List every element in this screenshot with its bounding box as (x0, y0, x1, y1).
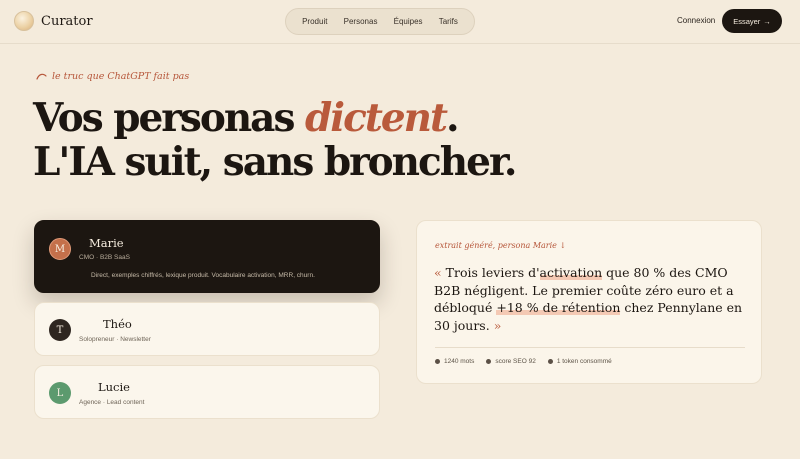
arrow-right-icon: → (763, 16, 771, 26)
generated-excerpt-panel: extrait généré, persona Marie ↓ « Trois … (416, 220, 762, 384)
avatar: M (49, 238, 71, 260)
avatar-initial: L (56, 387, 64, 399)
headline-period: . (446, 95, 460, 141)
try-button[interactable]: Essayer → (722, 9, 782, 33)
dot-icon (547, 359, 553, 364)
stat-seo-score-text: score SEO 92 (495, 358, 536, 365)
stat-seo-score: score SEO 92 (486, 358, 536, 365)
persona-name: Lucie (98, 380, 130, 394)
quote-text-a: Trois leviers d' (445, 265, 540, 280)
quote-open-mark: « (434, 265, 442, 280)
avatar: T (49, 319, 71, 341)
main-nav: Produit Personas Équipes Tarifs (285, 8, 475, 35)
excerpt-label: extrait généré, persona Marie ↓ (435, 241, 567, 250)
avatar-initial: M (54, 243, 66, 255)
nav-item-personas[interactable]: Personas (344, 17, 378, 26)
stat-tokens: 1 token consommé (547, 358, 612, 365)
stat-word-count: 1240 mots (435, 358, 474, 365)
quote-highlight-activation: activation (539, 265, 603, 280)
persona-card-marie[interactable]: M Marie CMO · B2B SaaS Direct, exemples … (34, 220, 380, 293)
hero-kicker: le truc que ChatGPT fait pas (36, 71, 189, 82)
headline-part1: Vos personas (33, 95, 295, 141)
persona-name: Théo (103, 317, 132, 331)
brand-name: Curator (41, 13, 93, 29)
hero-kicker-text: le truc que ChatGPT fait pas (52, 71, 190, 82)
excerpt-quote: « Trois leviers d'activation que 80 % de… (434, 264, 752, 334)
avatar-initial: T (56, 324, 64, 336)
persona-card-theo[interactable]: T Théo Solopreneur · Newsletter (34, 302, 380, 356)
brand-logo[interactable]: Curator (14, 11, 93, 31)
divider (435, 347, 745, 348)
try-button-label: Essayer (733, 16, 761, 26)
headline-accent: dictent (305, 95, 448, 141)
nav-item-tarifs[interactable]: Tarifs (439, 17, 458, 26)
persona-name: Marie (89, 236, 124, 250)
dot-icon (435, 359, 440, 364)
nav-item-equipes[interactable]: Équipes (394, 17, 423, 26)
persona-subtitle: Agence · Lead content (79, 399, 145, 406)
persona-subtitle: CMO · B2B SaaS (79, 254, 130, 261)
stat-word-count-text: 1240 mots (444, 358, 475, 365)
dot-icon (486, 359, 492, 364)
logo-mark-icon (14, 11, 34, 31)
persona-subtitle: Solopreneur · Newsletter (79, 336, 151, 343)
quote-highlight-retention: +18 % de rétention (496, 300, 621, 315)
quote-close-mark: » (493, 317, 502, 333)
headline-line2: L'IA suit, sans broncher. (33, 139, 517, 185)
stat-tokens-text: 1 token consommé (556, 358, 612, 365)
hero-headline: Vos personas dictent. L'IA suit, sans br… (33, 96, 633, 184)
login-link[interactable]: Connexion (677, 16, 715, 25)
persona-card-lucie[interactable]: L Lucie Agence · Lead content (34, 365, 380, 419)
excerpt-stats: 1240 mots score SEO 92 1 token consommé (435, 358, 612, 365)
persona-description: Direct, exemples chiffrés, lexique produ… (91, 272, 315, 279)
avatar: L (49, 382, 71, 404)
swoosh-icon (36, 73, 47, 80)
site-header: Curator Produit Personas Équipes Tarifs … (0, 0, 800, 44)
nav-item-produit[interactable]: Produit (302, 17, 327, 26)
